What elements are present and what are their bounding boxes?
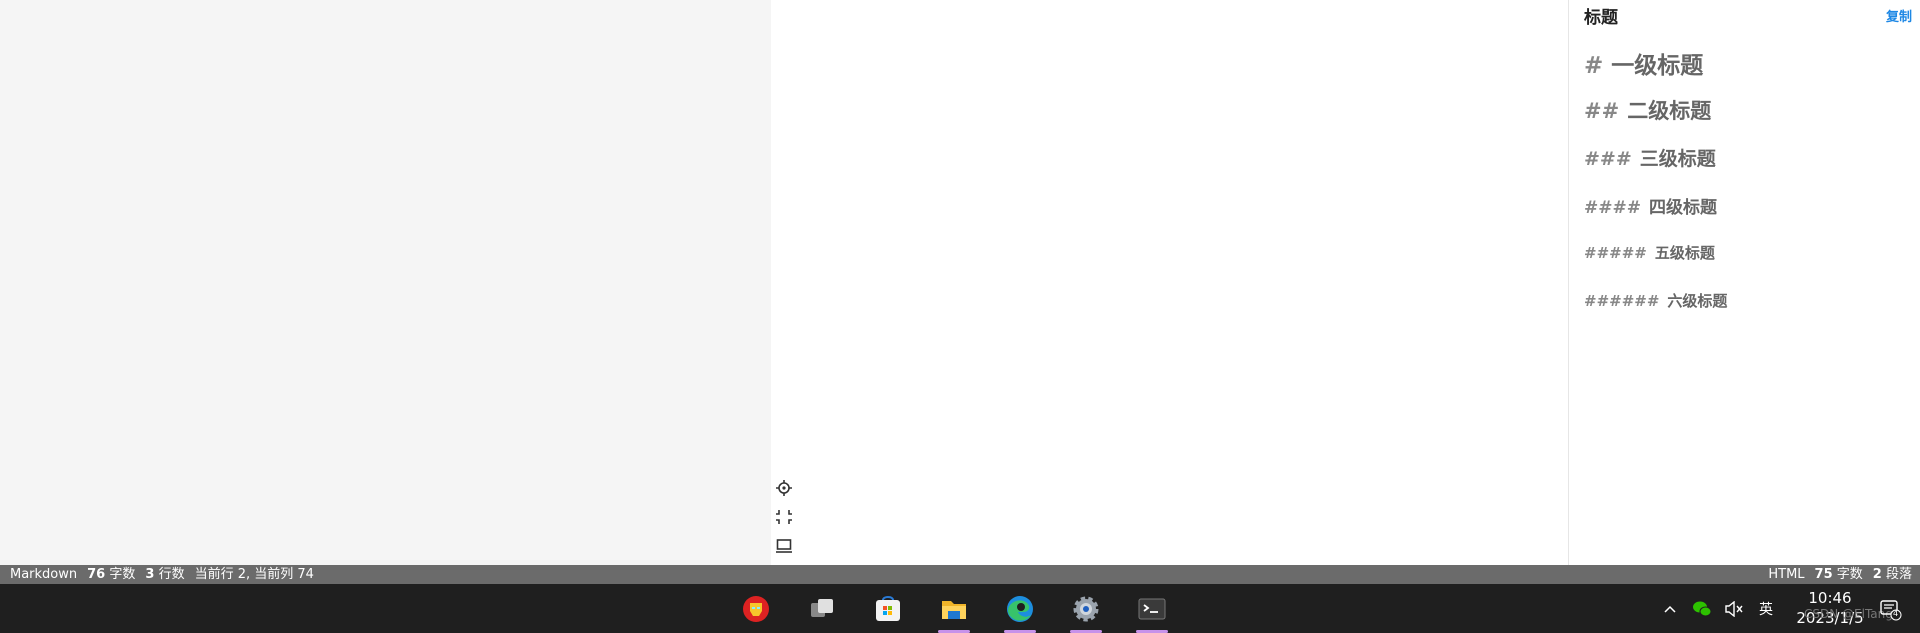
notification-center[interactable]: 4 bbox=[1880, 599, 1902, 621]
notification-icon bbox=[1880, 600, 1902, 621]
heading-2-example[interactable]: ## 二级标题 bbox=[1584, 95, 1711, 125]
paragraph-count: 2 段落 bbox=[1872, 567, 1912, 582]
ironman-app-icon[interactable] bbox=[735, 584, 777, 633]
markdown-editor-app: 标题 复制 # 一级标题 ## 二级标题 ### 三级标题 #### 四级标题 ####… bbox=[0, 0, 1920, 565]
preview-mode-label: HTML bbox=[1768, 567, 1805, 582]
chevron-up-icon[interactable] bbox=[1660, 599, 1680, 619]
status-left: Markdown 76 字数 3 行数 当前行 2, 当前列 74 bbox=[10, 565, 314, 584]
markdown-editor-pane[interactable] bbox=[0, 0, 771, 565]
fullscreen-icon[interactable] bbox=[775, 509, 793, 525]
html-char-count: 75 字数 bbox=[1814, 567, 1863, 582]
locate-icon[interactable] bbox=[775, 480, 793, 496]
preview-icon[interactable] bbox=[775, 538, 793, 554]
syntax-reference-panel: 标题 复制 # 一级标题 ## 二级标题 ### 三级标题 #### 四级标题 ####… bbox=[1568, 0, 1920, 565]
heading-1-example[interactable]: # 一级标题 bbox=[1584, 46, 1703, 80]
cursor-position: 当前行 2, 当前列 74 bbox=[194, 567, 314, 582]
heading-4-example[interactable]: #### 四级标题 bbox=[1584, 193, 1717, 218]
copy-button[interactable]: 复制 bbox=[1886, 6, 1912, 25]
system-tray: 英 bbox=[1660, 584, 1776, 633]
html-preview-pane bbox=[771, 0, 1568, 565]
status-right: HTML 75 字数 2 段落 bbox=[1768, 565, 1912, 584]
status-bar: Markdown 76 字数 3 行数 当前行 2, 当前列 74 HTML 7… bbox=[0, 565, 1920, 584]
clock-time: 10:46 bbox=[1808, 589, 1852, 607]
side-toolbar bbox=[772, 480, 796, 554]
windows-taskbar: 英 10:46 2023/1/5 bbox=[0, 584, 1920, 633]
microsoft-store-icon[interactable] bbox=[867, 584, 909, 633]
markdown-char-count: 76 字数 bbox=[87, 567, 136, 582]
input-method-indicator[interactable]: 英 bbox=[1756, 599, 1776, 619]
heading-6-example[interactable]: ###### 六级标题 bbox=[1584, 290, 1727, 311]
notification-count: 4 bbox=[1893, 609, 1899, 618]
wechat-icon[interactable] bbox=[1692, 599, 1712, 619]
markdown-line-count: 3 行数 bbox=[145, 567, 185, 582]
heading-3-example[interactable]: ### 三级标题 bbox=[1584, 144, 1716, 171]
taskbar-apps bbox=[735, 584, 1173, 633]
task-view-icon[interactable] bbox=[801, 584, 843, 633]
settings-gear-icon[interactable] bbox=[1065, 584, 1107, 633]
heading-5-example[interactable]: ##### 五级标题 bbox=[1584, 242, 1715, 263]
reference-title: 标题 bbox=[1584, 8, 1618, 28]
file-explorer-icon[interactable] bbox=[933, 584, 975, 633]
edge-browser-icon[interactable] bbox=[999, 584, 1041, 633]
volume-muted-icon[interactable] bbox=[1724, 599, 1744, 619]
reference-header: 标题 复制 bbox=[1584, 3, 1920, 28]
editor-mode-label: Markdown bbox=[10, 567, 78, 582]
terminal-icon[interactable] bbox=[1131, 584, 1173, 633]
